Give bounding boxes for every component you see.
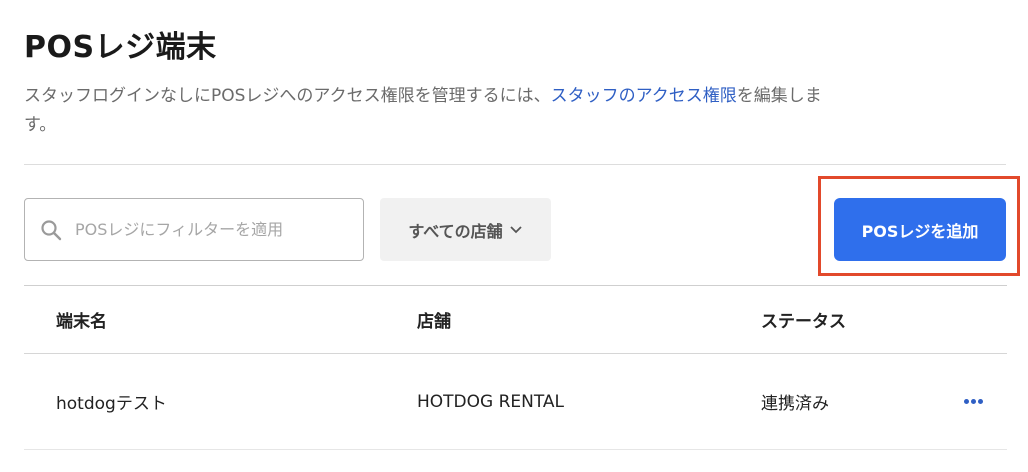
table-header-row: 端末名 店舗 ステータス [24, 286, 1007, 354]
pos-terminal-table: 端末名 店舗 ステータス hotdogテスト HOTDOG RENTAL 連携済… [24, 285, 1007, 450]
section-divider [24, 164, 1006, 165]
search-field[interactable] [24, 198, 364, 261]
store-filter-dropdown[interactable]: すべての店舗 [380, 198, 551, 261]
terminal-store: HOTDOG RENTAL [417, 391, 565, 412]
description-text: スタッフログインなしにPOSレジへのアクセス権限を管理するには、 [24, 86, 551, 106]
more-horizontal-icon[interactable] [962, 354, 983, 449]
terminal-status: 連携済み [761, 394, 829, 414]
staff-access-link[interactable]: スタッフのアクセス権限 [551, 86, 737, 106]
column-header-status: ステータス [761, 312, 846, 332]
column-header-store: 店舗 [417, 312, 451, 332]
chevron-down-icon [509, 223, 523, 237]
terminal-name: hotdogテスト [56, 394, 167, 414]
page-title: POSレジ端末 [24, 30, 217, 65]
store-filter-label: すべての店舗 [408, 221, 503, 241]
page-description: スタッフログインなしにPOSレジへのアクセス権限を管理するには、スタッフのアクセ… [24, 82, 844, 140]
table-row[interactable]: hotdogテスト HOTDOG RENTAL 連携済み [24, 354, 1007, 450]
add-pos-button[interactable]: POSレジを追加 [834, 198, 1006, 261]
column-header-name: 端末名 [56, 312, 107, 332]
search-icon [39, 218, 63, 242]
search-input[interactable] [75, 220, 335, 239]
